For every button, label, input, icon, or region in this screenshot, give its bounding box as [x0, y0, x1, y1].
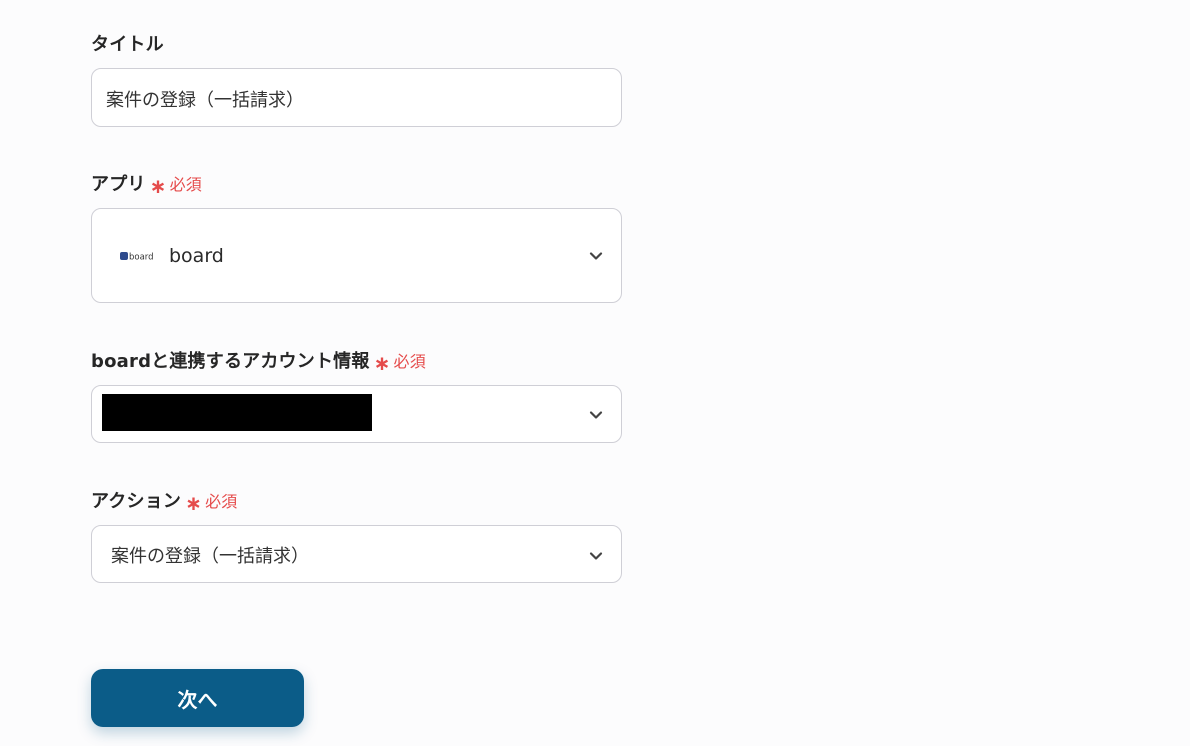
required-badge: 必須: [205, 492, 238, 511]
action-select-value: 案件の登録（一括請求）: [111, 546, 309, 567]
account-label-text: boardと連携するアカウント情報: [91, 351, 370, 372]
title-label: タイトル: [91, 30, 164, 56]
app-label: アプリ ∗ 必須: [91, 170, 202, 196]
chevron-down-icon: [589, 411, 603, 419]
account-select[interactable]: [91, 385, 622, 443]
next-button[interactable]: 次へ: [91, 669, 304, 727]
title-input[interactable]: 案件の登録（一括請求）: [91, 68, 622, 127]
required-badge: 必須: [393, 352, 426, 371]
action-select[interactable]: 案件の登録（一括請求）: [91, 525, 622, 583]
account-label: boardと連携するアカウント情報 ∗ 必須: [91, 347, 426, 373]
title-label-text: タイトル: [91, 34, 164, 55]
action-label: アクション ∗ 必須: [91, 487, 237, 513]
app-select[interactable]: board board: [91, 208, 622, 303]
app-select-value: board: [169, 245, 224, 267]
required-asterisk: ∗: [149, 174, 167, 198]
app-label-text: アプリ: [91, 174, 146, 195]
required-asterisk: ∗: [185, 491, 203, 515]
board-logo-text: board: [129, 253, 154, 263]
board-logo-icon: board: [120, 252, 154, 263]
title-input-value: 案件の登録（一括請求）: [106, 90, 304, 111]
chevron-down-icon: [589, 552, 603, 560]
redacted-account-value: [102, 394, 372, 431]
required-asterisk: ∗: [373, 351, 391, 375]
required-badge: 必須: [169, 175, 202, 194]
chevron-down-icon: [589, 252, 603, 260]
form-page: タイトル 案件の登録（一括請求） アプリ ∗ 必須 board board bo…: [0, 0, 1190, 746]
action-label-text: アクション: [91, 491, 182, 512]
